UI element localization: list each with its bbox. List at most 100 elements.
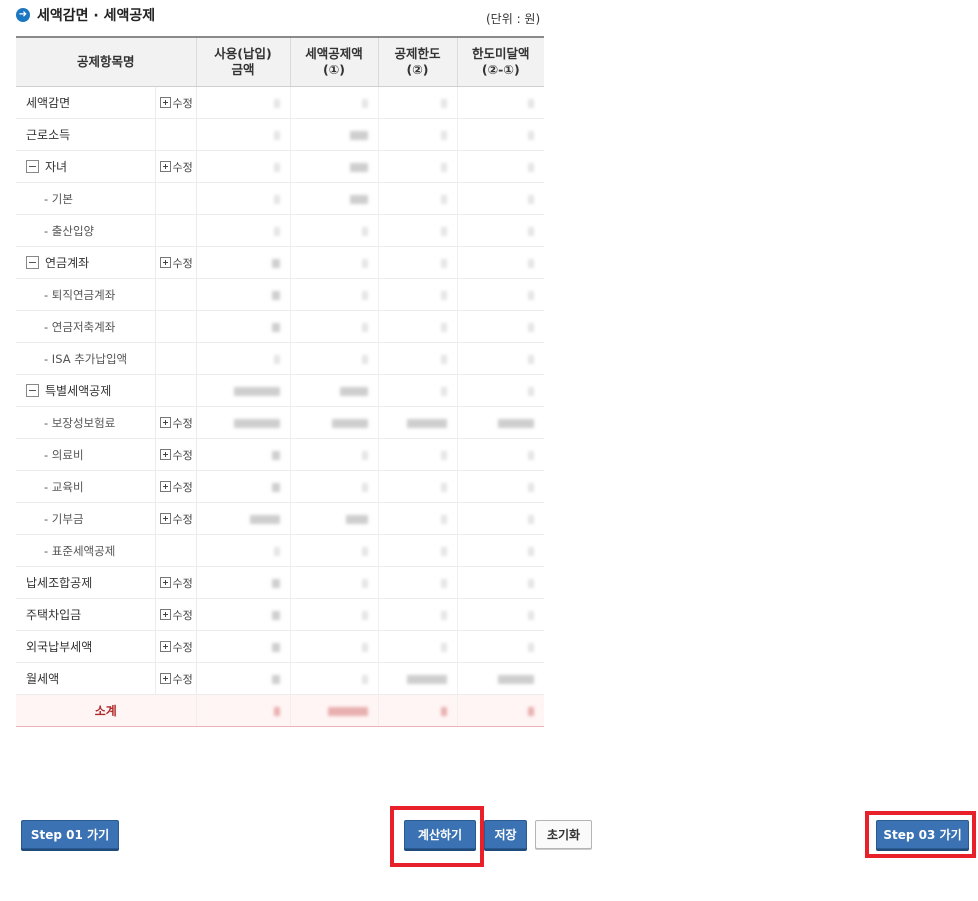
row-label-cell: - 퇴직연금계좌	[16, 278, 155, 311]
redacted-value	[440, 450, 447, 460]
deduction-cell	[289, 182, 379, 215]
paid-amount-cell	[195, 662, 291, 695]
paid-amount-cell	[195, 502, 291, 535]
redacted-value	[406, 418, 447, 428]
table-row: - 교육비 수정	[16, 470, 545, 503]
row-label-cell: - 연금저축계좌	[16, 310, 155, 343]
deduction-cell	[289, 598, 379, 631]
reset-button[interactable]: 초기화	[535, 820, 592, 849]
header-limit: 공제한도 (②)	[377, 36, 458, 87]
edit-cell[interactable]: 수정	[154, 630, 197, 663]
row-label: - 보장성보험료	[44, 415, 116, 430]
shortfall-cell	[456, 246, 545, 279]
table-row: - 출산입양	[16, 214, 545, 247]
table-row: - 기본	[16, 182, 545, 215]
edit-cell[interactable]: 수정	[154, 150, 197, 183]
edit-cell[interactable]: 수정	[154, 246, 197, 279]
step03-button[interactable]: Step 03 가기	[876, 820, 969, 849]
edit-link[interactable]: 수정	[159, 512, 193, 526]
row-label-cell: - 기부금	[16, 502, 155, 535]
redacted-value	[271, 610, 280, 620]
edit-cell[interactable]: 수정	[154, 406, 197, 439]
limit-cell	[377, 118, 458, 151]
subtotal-limit-cell	[377, 694, 458, 727]
edit-link[interactable]: 수정	[159, 448, 193, 462]
edit-cell[interactable]: 수정	[154, 662, 197, 695]
deduction-cell	[289, 406, 379, 439]
redacted-value	[361, 226, 368, 236]
limit-cell	[377, 310, 458, 343]
edit-cell[interactable]: 수정	[154, 566, 197, 599]
row-label: 자녀	[45, 160, 68, 174]
redacted-value	[440, 130, 447, 140]
table-row: 외국납부세액 수정	[16, 630, 545, 663]
deduction-cell	[289, 470, 379, 503]
plus-box-icon	[159, 416, 171, 428]
edit-link[interactable]: 수정	[159, 608, 193, 622]
edit-cell[interactable]: 수정	[154, 438, 197, 471]
limit-cell	[377, 86, 458, 119]
row-label: - 의료비	[44, 447, 84, 462]
collapse-toggle-icon[interactable]	[26, 160, 39, 173]
edit-link[interactable]: 수정	[159, 160, 193, 174]
redacted-value	[440, 258, 447, 268]
redacted-value	[271, 642, 280, 652]
save-button[interactable]: 저장	[484, 820, 527, 849]
header-deduction: 세액공제액 (①)	[289, 36, 379, 87]
redacted-value	[528, 98, 535, 108]
edit-link[interactable]: 수정	[159, 256, 193, 270]
deduction-cell	[289, 342, 379, 375]
calculate-button[interactable]: 계산하기	[404, 820, 476, 849]
edit-cell	[154, 214, 197, 247]
row-label-cell: 월세액	[16, 662, 155, 695]
paid-amount-cell	[195, 598, 291, 631]
edit-cell[interactable]: 수정	[154, 470, 197, 503]
paid-amount-cell	[195, 150, 291, 183]
table-row: - 연금저축계좌	[16, 310, 545, 343]
edit-label: 수정	[172, 96, 193, 110]
paid-amount-cell	[195, 246, 291, 279]
edit-link[interactable]: 수정	[159, 576, 193, 590]
edit-cell[interactable]: 수정	[154, 86, 197, 119]
step01-button[interactable]: Step 01 가기	[21, 820, 119, 849]
deduction-cell	[289, 566, 379, 599]
redacted-value	[440, 514, 447, 524]
redacted-value	[440, 194, 447, 204]
redacted-value	[440, 226, 447, 236]
redacted-value	[528, 258, 535, 268]
deduction-cell	[289, 214, 379, 247]
edit-link[interactable]: 수정	[159, 480, 193, 494]
shortfall-cell	[456, 534, 545, 567]
redacted-value	[440, 354, 447, 364]
redacted-value	[349, 194, 368, 204]
edit-cell[interactable]: 수정	[154, 502, 197, 535]
header-shortfall: 한도미달액 (②-①)	[456, 36, 545, 87]
table-row: 납세조합공제 수정	[16, 566, 545, 599]
table-row: - 기부금 수정	[16, 502, 545, 535]
redacted-value	[271, 674, 280, 684]
redacted-value	[271, 290, 280, 300]
shortfall-cell	[456, 630, 545, 663]
row-label-cell: - ISA 추가납입액	[16, 342, 155, 375]
subtotal-paid-cell	[195, 694, 291, 727]
redacted-value	[528, 322, 535, 332]
limit-cell	[377, 470, 458, 503]
edit-label: 수정	[172, 480, 193, 494]
redacted-value	[361, 290, 368, 300]
edit-link[interactable]: 수정	[159, 640, 193, 654]
edit-link[interactable]: 수정	[159, 96, 193, 110]
deduction-cell	[289, 150, 379, 183]
edit-link[interactable]: 수정	[159, 672, 193, 686]
edit-link[interactable]: 수정	[159, 416, 193, 430]
row-label: - 표준세액공제	[44, 543, 116, 558]
edit-cell[interactable]: 수정	[154, 598, 197, 631]
plus-box-icon	[159, 480, 171, 492]
edit-label: 수정	[172, 672, 193, 686]
collapse-toggle-icon[interactable]	[26, 256, 39, 269]
redacted-value	[440, 642, 447, 652]
deduction-cell	[289, 630, 379, 663]
shortfall-cell	[456, 374, 545, 407]
collapse-toggle-icon[interactable]	[26, 384, 39, 397]
plus-box-icon	[159, 640, 171, 652]
redacted-value	[361, 610, 368, 620]
